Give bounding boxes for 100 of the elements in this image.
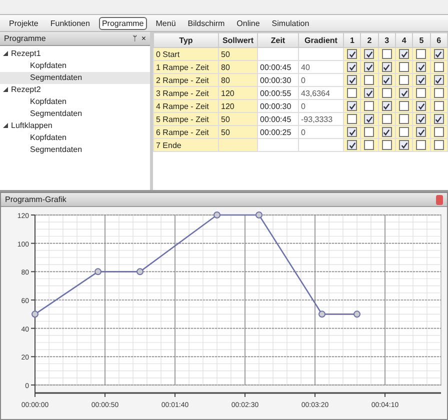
- checkbox[interactable]: [364, 127, 374, 137]
- table-cell[interactable]: 00:00:45: [258, 112, 298, 126]
- menu-item[interactable]: Simulation: [268, 16, 312, 30]
- tree-item[interactable]: Rezept2: [0, 84, 150, 96]
- checkbox[interactable]: [382, 75, 392, 85]
- checkbox[interactable]: [399, 75, 410, 85]
- checkbox[interactable]: [364, 88, 374, 98]
- table-cell[interactable]: 50: [218, 112, 258, 126]
- checkbox[interactable]: [434, 101, 444, 111]
- panel-title: Programme: [4, 34, 47, 43]
- column-header: Typ: [154, 32, 218, 48]
- checkbox[interactable]: [382, 114, 392, 124]
- checkbox[interactable]: [416, 127, 426, 137]
- checkbox[interactable]: [347, 101, 358, 111]
- checkbox[interactable]: [416, 101, 426, 111]
- checkbox[interactable]: [416, 62, 426, 72]
- checkbox[interactable]: [416, 49, 426, 59]
- table-cell[interactable]: [218, 138, 258, 152]
- checkbox[interactable]: [416, 88, 426, 98]
- checkbox[interactable]: [434, 49, 444, 59]
- table-cell[interactable]: 80: [218, 74, 258, 86]
- tree-item[interactable]: Kopfdaten: [0, 60, 150, 72]
- checkbox[interactable]: [364, 140, 374, 150]
- checkbox[interactable]: [399, 49, 410, 59]
- checkbox[interactable]: [399, 62, 410, 72]
- table-cell[interactable]: 00:00:30: [258, 100, 298, 112]
- data-point[interactable]: [318, 310, 326, 318]
- tree-item[interactable]: Segmentdaten: [0, 72, 150, 84]
- checkbox[interactable]: [382, 101, 392, 111]
- table-cell[interactable]: 120: [218, 100, 258, 112]
- menu-item[interactable]: Bildschirm: [184, 16, 228, 30]
- checkbox[interactable]: [434, 62, 444, 72]
- checkbox[interactable]: [382, 49, 392, 59]
- table-cell[interactable]: [258, 48, 298, 60]
- menu-item[interactable]: Projekte: [6, 16, 42, 30]
- tree-item[interactable]: Kopfdaten: [0, 132, 150, 144]
- data-point[interactable]: [32, 310, 38, 318]
- table-cell: 7 Ende: [154, 138, 218, 152]
- checkbox[interactable]: [347, 49, 358, 59]
- table-cell[interactable]: 50: [218, 126, 258, 138]
- checkbox[interactable]: [434, 140, 444, 150]
- checkbox[interactable]: [434, 88, 444, 98]
- checkbox[interactable]: [347, 140, 358, 150]
- tree-item[interactable]: Segmentdaten: [0, 144, 150, 156]
- checkbox[interactable]: [416, 75, 426, 85]
- tree-item[interactable]: Kopfdaten: [0, 96, 150, 108]
- table-cell[interactable]: 00:00:45: [258, 60, 298, 74]
- checkbox[interactable]: [364, 101, 374, 111]
- table-cell[interactable]: 50: [218, 48, 258, 60]
- checkbox[interactable]: [416, 114, 426, 124]
- checkbox[interactable]: [364, 49, 374, 59]
- menu-item[interactable]: Menü: [152, 16, 179, 30]
- close-icon[interactable]: [436, 194, 443, 204]
- checkbox[interactable]: [382, 62, 392, 72]
- checkbox[interactable]: [364, 75, 374, 85]
- checkbox[interactable]: [399, 88, 410, 98]
- checkbox[interactable]: [399, 114, 410, 124]
- checkbox[interactable]: [399, 127, 410, 137]
- checkbox[interactable]: [347, 114, 358, 124]
- data-point[interactable]: [214, 212, 220, 218]
- data-point[interactable]: [136, 268, 144, 276]
- column-header: Sollwert: [218, 32, 258, 48]
- checkbox[interactable]: [364, 62, 374, 72]
- tree-item[interactable]: Luftklappen: [0, 120, 150, 132]
- checkbox[interactable]: [364, 114, 374, 124]
- pin-button[interactable]: ᛘ: [132, 34, 138, 43]
- checkbox[interactable]: [347, 127, 358, 137]
- data-point[interactable]: [94, 268, 102, 276]
- table-cell[interactable]: 00:00:55: [258, 86, 298, 100]
- checkbox[interactable]: [399, 101, 410, 111]
- table-cell[interactable]: 80: [218, 60, 258, 74]
- table-cell[interactable]: 120: [218, 86, 258, 100]
- checkbox[interactable]: [347, 62, 358, 72]
- menu-item[interactable]: Programme: [98, 16, 147, 30]
- checkbox[interactable]: [434, 75, 444, 85]
- menu-item[interactable]: Funktionen: [47, 16, 93, 30]
- menu-item[interactable]: Online: [234, 16, 263, 30]
- table-cell[interactable]: [258, 138, 298, 152]
- data-point[interactable]: [256, 212, 262, 218]
- checkbox[interactable]: [434, 127, 444, 137]
- table-cell[interactable]: 00:00:25: [258, 126, 298, 138]
- checkbox[interactable]: [382, 127, 392, 137]
- expanded-icon[interactable]: [3, 123, 8, 128]
- checkbox[interactable]: [382, 140, 392, 150]
- checkbox[interactable]: [416, 140, 426, 150]
- expanded-icon[interactable]: [3, 51, 8, 56]
- table-cell: 5 Rampe - Zeit: [154, 112, 218, 126]
- checkbox[interactable]: [347, 75, 358, 85]
- tree-item[interactable]: Segmentdaten: [0, 108, 150, 120]
- checkbox[interactable]: [399, 140, 410, 150]
- data-point[interactable]: [354, 310, 360, 318]
- table-cell[interactable]: [298, 138, 344, 152]
- checkbox[interactable]: [347, 88, 358, 98]
- checkbox[interactable]: [434, 114, 444, 124]
- tree-item[interactable]: Rezept1: [0, 48, 150, 60]
- checkbox[interactable]: [382, 88, 392, 98]
- table-cell[interactable]: 00:00:30: [258, 74, 298, 86]
- expanded-icon[interactable]: [3, 87, 8, 92]
- table-cell: 2 Rampe - Zeit: [154, 74, 218, 86]
- close-button[interactable]: ×: [141, 34, 146, 43]
